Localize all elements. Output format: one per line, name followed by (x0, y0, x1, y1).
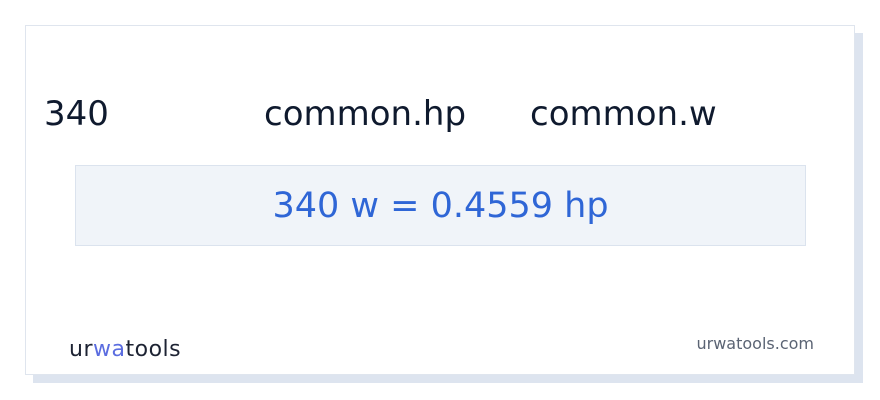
result-text: 340 w = 0.4559 hp (272, 185, 609, 226)
site-link[interactable]: urwatools.com (697, 333, 815, 355)
input-value: 340 (44, 94, 109, 134)
to-unit-label: common.w (530, 94, 717, 134)
from-unit-label: common.hp (264, 94, 467, 134)
logo-text-part1: ur (69, 337, 93, 362)
logo-text-accent: wa (93, 337, 126, 362)
urwatools-logo[interactable]: urwatools (69, 336, 181, 364)
logo-text-part2: tools (125, 337, 182, 362)
converter-card: 340 common.hp common.w 340 w = 0.4559 hp… (25, 25, 855, 375)
result-box: 340 w = 0.4559 hp (75, 165, 806, 246)
